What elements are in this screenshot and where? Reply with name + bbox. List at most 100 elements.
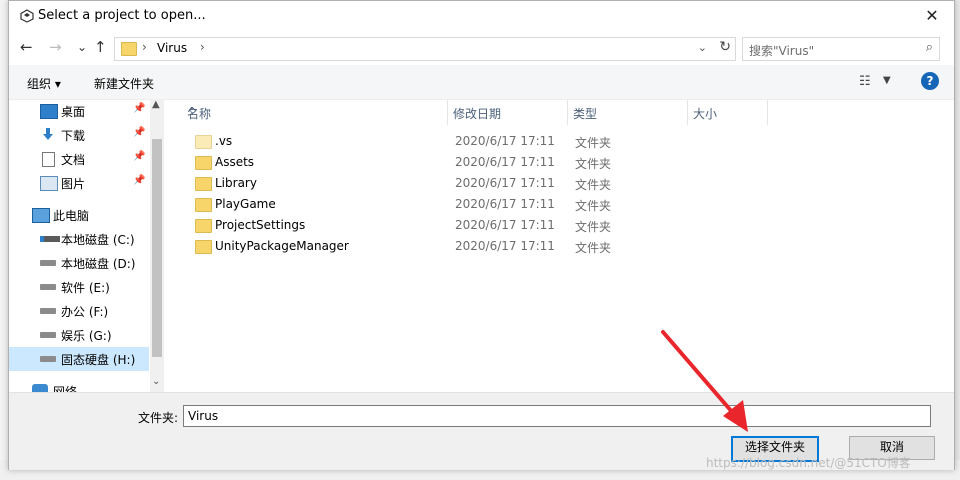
- sidebar-item-label: 软件 (E:): [61, 281, 110, 295]
- file-name: .vs: [215, 134, 233, 148]
- file-type: 文件夹: [575, 220, 612, 234]
- file-date: 2020/6/17 17:11: [455, 155, 555, 169]
- address-dropdown-icon[interactable]: ⌄: [698, 41, 707, 54]
- up-button[interactable]: ↑: [94, 38, 107, 56]
- column-label: 修改日期: [453, 107, 502, 121]
- folder-icon: [195, 135, 212, 149]
- file-row[interactable]: Assets 2020/6/17 17:11 文件夹: [187, 152, 767, 173]
- file-name: PlayGame: [215, 197, 276, 211]
- sidebar-item-drive-d[interactable]: 本地磁盘 (D:): [9, 251, 149, 275]
- dialog-title: Select a project to open...: [38, 8, 206, 23]
- drive-icon: [40, 356, 56, 362]
- sidebar-item-drive-g[interactable]: 娱乐 (G:): [9, 323, 149, 347]
- refresh-icon[interactable]: ↻: [719, 39, 731, 55]
- network-icon: [32, 384, 48, 392]
- sort-ascending-icon: ^: [187, 105, 198, 119]
- sidebar-item-drive-h[interactable]: 固态硬盘 (H:): [9, 347, 149, 371]
- forward-button[interactable]: →: [49, 38, 62, 56]
- file-date: 2020/6/17 17:11: [455, 197, 555, 211]
- sidebar-item-label: 此电脑: [53, 209, 90, 223]
- back-button[interactable]: ←: [20, 38, 33, 56]
- desktop-icon: [40, 104, 58, 119]
- open-folder-dialog: Select a project to open... ✕ ← → ⌄ ↑ › …: [8, 0, 955, 470]
- scroll-up-icon[interactable]: ▲: [152, 99, 160, 110]
- sidebar-item-label: 本地磁盘 (D:): [61, 257, 136, 271]
- sidebar-item-network[interactable]: 网络: [9, 379, 149, 392]
- folder-icon: [195, 156, 212, 170]
- drive-icon: [40, 284, 56, 290]
- file-type: 文件夹: [575, 157, 612, 171]
- pin-icon: 📌: [133, 127, 146, 138]
- file-row[interactable]: PlayGame 2020/6/17 17:11 文件夹: [187, 194, 767, 215]
- sidebar-item-label: 娱乐 (G:): [61, 329, 112, 343]
- breadcrumb-separator: ›: [142, 40, 147, 54]
- drive-icon: [40, 308, 56, 314]
- picture-icon: [40, 176, 58, 191]
- navigation-scrollbar[interactable]: ▲ ⌄: [150, 99, 164, 392]
- scrollbar-thumb[interactable]: [152, 139, 162, 357]
- sidebar-item-desktop[interactable]: 桌面 📌: [9, 99, 149, 123]
- sidebar-item-pictures[interactable]: 图片 📌: [9, 171, 149, 195]
- file-row[interactable]: ProjectSettings 2020/6/17 17:11 文件夹: [187, 215, 767, 236]
- pin-icon: 📌: [133, 151, 146, 162]
- file-type: 文件夹: [575, 199, 612, 213]
- back-arrow-icon: ←: [20, 38, 33, 56]
- sidebar-item-drive-c[interactable]: 本地磁盘 (C:): [9, 227, 149, 251]
- view-options-icon[interactable]: ☷: [859, 74, 871, 89]
- file-row[interactable]: Library 2020/6/17 17:11 文件夹: [187, 173, 767, 194]
- recent-locations-button[interactable]: ⌄: [77, 40, 87, 54]
- column-header-size[interactable]: 大小: [687, 99, 768, 125]
- sidebar-item-drive-f[interactable]: 办公 (F:): [9, 299, 149, 323]
- file-row[interactable]: .vs 2020/6/17 17:11 文件夹: [187, 131, 767, 152]
- sidebar-item-label: 下载: [61, 129, 86, 143]
- breadcrumb-separator[interactable]: ›: [200, 40, 205, 54]
- folder-icon: [195, 219, 212, 233]
- sidebar-item-drive-e[interactable]: 软件 (E:): [9, 275, 149, 299]
- scroll-down-icon[interactable]: ⌄: [152, 376, 160, 387]
- file-type: 文件夹: [575, 136, 612, 150]
- column-header-date[interactable]: 修改日期: [447, 99, 568, 125]
- address-bar[interactable]: › Virus › ⌄ ↻: [114, 37, 736, 61]
- column-header-type[interactable]: 类型: [567, 99, 688, 125]
- file-name: Assets: [215, 155, 255, 169]
- sidebar-item-label: 办公 (F:): [61, 305, 109, 319]
- navigation-bar: ← → ⌄ ↑ › Virus › ⌄ ↻ 搜索"Virus" ⌕: [9, 35, 954, 61]
- file-date: 2020/6/17 17:11: [455, 239, 555, 253]
- forward-arrow-icon: →: [49, 38, 62, 56]
- drive-icon: [40, 332, 56, 338]
- navigation-pane: 桌面 📌 下载 📌 文档 📌 图片 📌 此电脑 本地磁盘 (C:) 本地磁盘 (…: [9, 99, 164, 392]
- folder-name-input[interactable]: [183, 405, 931, 427]
- sidebar-item-documents[interactable]: 文档 📌: [9, 147, 149, 171]
- sidebar-item-downloads[interactable]: 下载 📌: [9, 123, 149, 147]
- breadcrumb-virus[interactable]: Virus: [157, 41, 187, 55]
- new-folder-button[interactable]: 新建文件夹: [94, 75, 154, 92]
- sidebar-item-this-pc[interactable]: 此电脑: [9, 203, 149, 227]
- sidebar-item-label: 本地磁盘 (C:): [61, 233, 135, 247]
- file-date: 2020/6/17 17:11: [455, 176, 555, 190]
- view-dropdown-icon[interactable]: ▼: [883, 75, 891, 86]
- search-icon[interactable]: ⌕: [926, 40, 933, 55]
- file-name: Library: [215, 176, 257, 190]
- title-bar: Select a project to open... ✕: [9, 1, 954, 31]
- organize-menu-button[interactable]: 组织 ▾: [27, 75, 61, 92]
- file-name: ProjectSettings: [215, 218, 306, 232]
- folder-icon: [195, 240, 212, 254]
- column-label: 大小: [693, 107, 718, 121]
- search-box[interactable]: 搜索"Virus" ⌕: [742, 37, 940, 61]
- watermark: https://blog.csdn.net/@51CTO博客: [706, 456, 911, 470]
- column-header-name[interactable]: 名称 ^: [181, 99, 448, 125]
- file-name: UnityPackageManager: [215, 239, 349, 253]
- file-type: 文件夹: [575, 178, 612, 192]
- command-toolbar: 组织 ▾ 新建文件夹 ☷ ▼ ?: [9, 65, 954, 100]
- help-icon[interactable]: ?: [921, 72, 939, 90]
- close-button[interactable]: ✕: [910, 1, 954, 31]
- drive-icon: [40, 260, 56, 266]
- computer-icon: [32, 208, 50, 223]
- close-icon: ✕: [925, 6, 939, 25]
- file-row[interactable]: UnityPackageManager 2020/6/17 17:11 文件夹: [187, 236, 767, 257]
- download-icon: [43, 128, 53, 140]
- file-date: 2020/6/17 17:11: [455, 134, 555, 148]
- pin-icon: 📌: [133, 103, 146, 114]
- sidebar-item-label: 文档: [61, 153, 86, 167]
- sidebar-item-label: 网络: [53, 385, 78, 392]
